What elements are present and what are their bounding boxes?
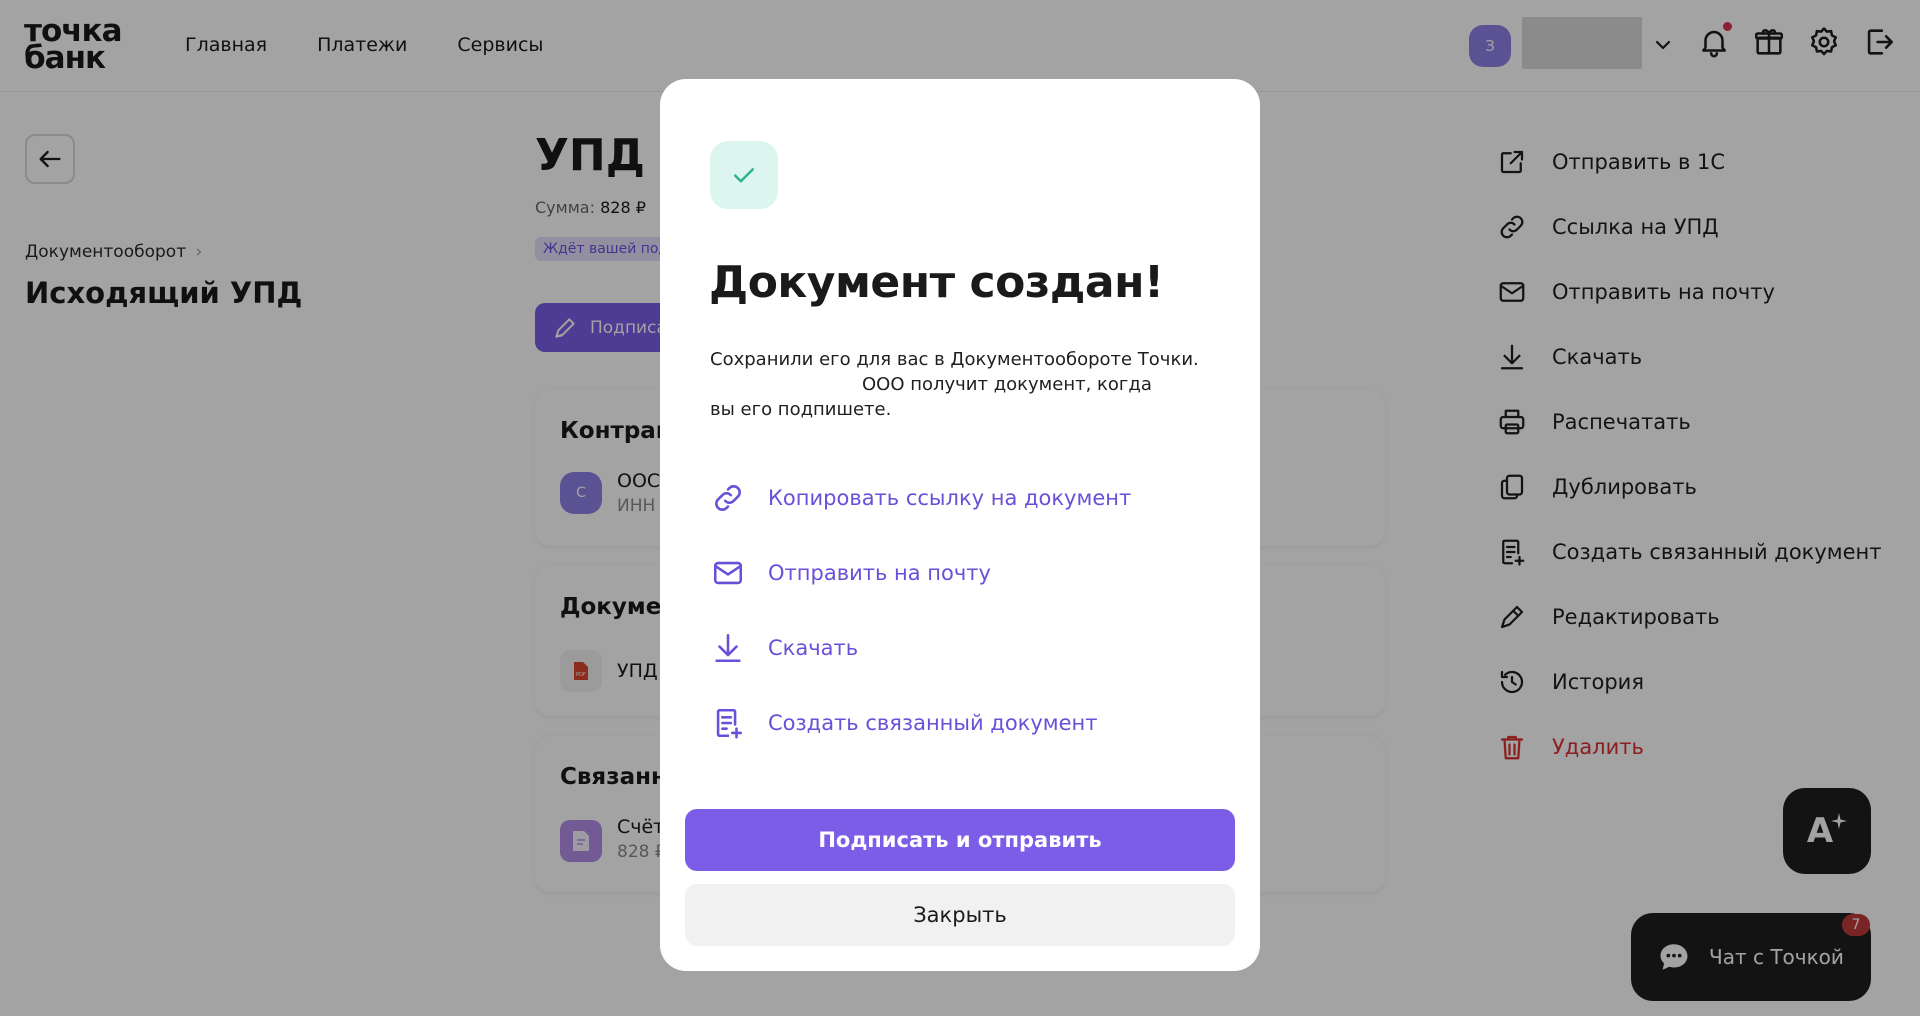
doc-plus-icon bbox=[716, 708, 743, 739]
copy-link-action[interactable]: Копировать ссылку на документ bbox=[710, 476, 1131, 520]
modal-description: Сохранили его для вас в Документообороте… bbox=[710, 347, 1220, 422]
check-icon bbox=[734, 168, 754, 183]
modal-link-label: Копировать ссылку на документ bbox=[768, 486, 1132, 510]
download-icon bbox=[715, 633, 741, 663]
sign-and-send-button[interactable]: Подписать и отправить bbox=[685, 809, 1235, 871]
modal-link-label: Создать связанный документ bbox=[768, 711, 1098, 735]
close-button[interactable]: Закрыть bbox=[685, 884, 1235, 946]
modal-title: Документ создан! bbox=[709, 257, 1164, 308]
mail-icon bbox=[713, 561, 743, 585]
modal-text-line: Сохранили его для вас в Документообороте… bbox=[710, 349, 1199, 370]
create-related-action[interactable]: Создать связанный документ bbox=[710, 701, 1098, 745]
modal-text-line: вы его подпишете. bbox=[710, 399, 892, 420]
modal-link-label: Скачать bbox=[768, 636, 859, 660]
link-icon bbox=[715, 485, 741, 511]
modal-link-label: Отправить на почту bbox=[768, 561, 991, 585]
download-action[interactable]: Скачать bbox=[710, 626, 858, 670]
success-badge bbox=[710, 141, 778, 209]
modal-text-line: ООО получит документ, когда bbox=[862, 374, 1152, 395]
send-mail-action[interactable]: Отправить на почту bbox=[710, 551, 991, 595]
document-created-modal: Документ создан! Сохранили его для вас в… bbox=[660, 79, 1260, 971]
